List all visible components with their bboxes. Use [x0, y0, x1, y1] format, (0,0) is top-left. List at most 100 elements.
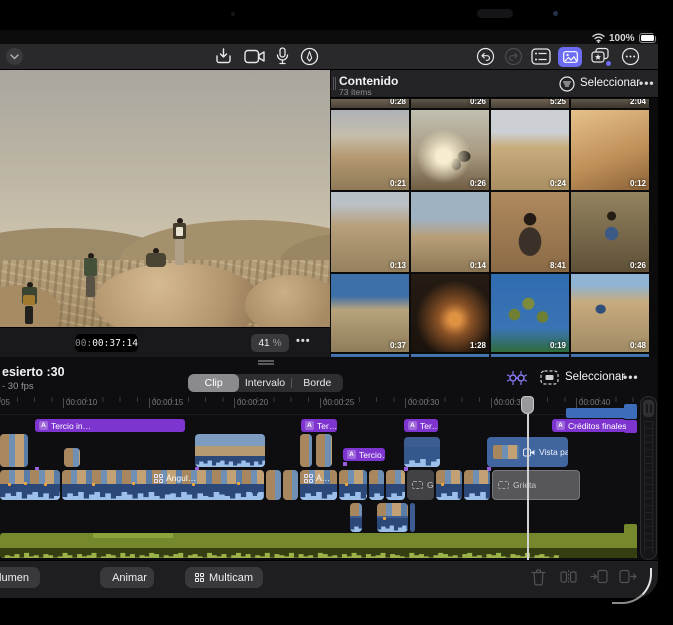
segment-borde[interactable]: Borde [292, 374, 343, 392]
title-badge: A [556, 421, 565, 430]
jog-wheel-track[interactable] [644, 421, 653, 553]
microphone-icon[interactable] [276, 47, 289, 66]
storyline-clip[interactable] [339, 470, 367, 500]
timeline-select-button[interactable]: Seleccionar [565, 371, 625, 383]
title-clip[interactable]: A Tercio in… [35, 419, 185, 432]
media-thumbnail[interactable]: 0:24 [491, 110, 569, 190]
media-thumbnail[interactable]: 0:26 [411, 99, 489, 108]
timeline-drag-handle[interactable] [258, 360, 274, 365]
storyline-clip[interactable] [386, 470, 405, 500]
ruler-label: 00:00:25 [319, 398, 355, 408]
app-screen: 100% 00: 00:37:14 41 % ••• Contenido 73 … [0, 30, 658, 598]
title-clip-label: Créditos finales [568, 420, 626, 431]
timeline-ruler[interactable]: 05 00:00:10 00:00:15 00:00:20 00:00:25 0… [0, 395, 636, 415]
viewer-controls-bar: 00: 00:37:14 41 % ••• [0, 327, 330, 357]
clip-duration: 2:04 [629, 99, 646, 106]
clip-appearance-icon[interactable] [540, 370, 559, 385]
connected-clip-below[interactable] [410, 503, 415, 532]
draw-pencil-icon[interactable] [300, 47, 319, 66]
media-thumbnail[interactable]: 0:21 [331, 110, 409, 190]
playhead-handle[interactable] [521, 396, 534, 414]
timeline-more-button[interactable]: ••• [623, 370, 639, 384]
jog-wheel[interactable] [640, 396, 657, 560]
clip-duration: 0:14 [469, 261, 486, 270]
collapse-chevron-button[interactable] [6, 48, 23, 65]
storyline-clip-multicam[interactable]: Ángul… [62, 470, 264, 500]
viewer-more-button[interactable]: ••• [296, 335, 311, 347]
connected-clip[interactable] [404, 437, 440, 467]
ruler-label: 00:00:30 [404, 398, 440, 408]
media-browser-icon[interactable] [558, 47, 582, 67]
media-thumbnail[interactable]: 2:04 [571, 99, 649, 108]
media-thumbnail[interactable]: 8:41 [491, 192, 569, 272]
panel-more-button[interactable]: ••• [639, 76, 655, 90]
storyline-clip[interactable] [0, 470, 60, 500]
undo-icon[interactable] [476, 47, 495, 66]
connected-clip[interactable] [195, 434, 265, 467]
clip-duration: 0:12 [629, 179, 646, 188]
clip-duration: 0:26 [469, 179, 486, 188]
storyline-clip[interactable] [436, 470, 462, 500]
media-thumbnail[interactable]: 1:28 [411, 274, 489, 352]
segment-clip[interactable]: Clip [188, 374, 240, 392]
music-clip[interactable] [0, 533, 637, 558]
timecode-hours: 00: [75, 337, 93, 349]
multicam-grid-icon [195, 573, 204, 582]
connection-dot [343, 462, 347, 466]
camera-glyph-icon [523, 448, 535, 456]
connected-clip[interactable] [64, 448, 80, 467]
connected-clip-below[interactable] [377, 503, 408, 532]
placeholder-clip[interactable]: G… [407, 470, 434, 500]
storyline-clip[interactable] [369, 470, 384, 500]
placeholder-clip-selected[interactable]: Grieta [492, 470, 580, 500]
media-thumbnail[interactable]: 0:28 [331, 99, 409, 108]
storyline-clip[interactable] [283, 470, 298, 500]
media-thumbnail[interactable]: 5:25 [491, 99, 569, 108]
storyline-clip[interactable] [464, 470, 490, 500]
filter-icon[interactable] [559, 76, 575, 92]
inspector-icon[interactable] [531, 48, 551, 65]
media-thumbnail[interactable]: 0:37 [331, 274, 409, 352]
animate-button[interactable]: Animar [100, 567, 154, 588]
media-thumbnail[interactable]: 0:26 [571, 192, 649, 272]
timeline-clip[interactable] [566, 408, 627, 418]
connected-clip[interactable] [316, 434, 332, 467]
select-button[interactable]: Seleccionar [580, 77, 640, 89]
panel-resize-grip[interactable] [333, 77, 336, 90]
title-clip[interactable]: A Ter… [404, 419, 438, 432]
media-thumbnail[interactable]: 0:12 [571, 110, 649, 190]
timecode-value: 00:37:14 [92, 337, 138, 349]
more-options-icon[interactable] [621, 47, 640, 66]
connected-clip[interactable] [0, 434, 28, 467]
multicam-button[interactable]: Multicam [185, 567, 263, 588]
storyline-clip[interactable] [266, 470, 281, 500]
title-clip[interactable]: A Ter… [301, 419, 337, 432]
connected-clip-below[interactable] [350, 503, 362, 532]
media-thumbnail[interactable]: 0:19 [491, 274, 569, 352]
title-clip-label: Ter… [420, 420, 438, 431]
jog-wheel-handle[interactable] [643, 400, 654, 417]
multicam-clip-label: Ángul… [166, 473, 197, 483]
import-icon[interactable] [214, 47, 233, 66]
storyline-clip-multicam[interactable]: Á… [300, 470, 337, 500]
media-thumbnail[interactable]: 0:13 [331, 192, 409, 272]
delete-icon [531, 569, 546, 586]
media-thumbnail[interactable]: 0:48 [571, 274, 649, 352]
media-thumbnail[interactable]: 0:26 [411, 110, 489, 190]
media-thumbnail[interactable]: 0:14 [411, 192, 489, 272]
title-clip[interactable]: A Créditos finales [552, 419, 626, 432]
timecode-display[interactable]: 00: 00:37:14 [75, 334, 138, 352]
project-title: esierto :30 [2, 365, 65, 379]
segment-intervalo[interactable]: Intervalo [239, 374, 290, 392]
record-video-icon[interactable] [244, 49, 266, 64]
battery-percent: 100% [609, 32, 635, 44]
effects-icon[interactable] [590, 47, 612, 67]
magnetic-timeline-icon[interactable] [506, 370, 528, 386]
title-clip[interactable]: A Tercio… [343, 448, 385, 461]
volume-button[interactable]: lumen [0, 567, 40, 588]
placeholder-icon [498, 481, 509, 489]
person-standing-left [84, 253, 97, 298]
zoom-level-button[interactable]: 41 % [251, 334, 289, 352]
content-panel-header: Contenido 73 ítems Seleccionar ••• [331, 70, 658, 98]
connected-clip[interactable] [300, 434, 312, 467]
